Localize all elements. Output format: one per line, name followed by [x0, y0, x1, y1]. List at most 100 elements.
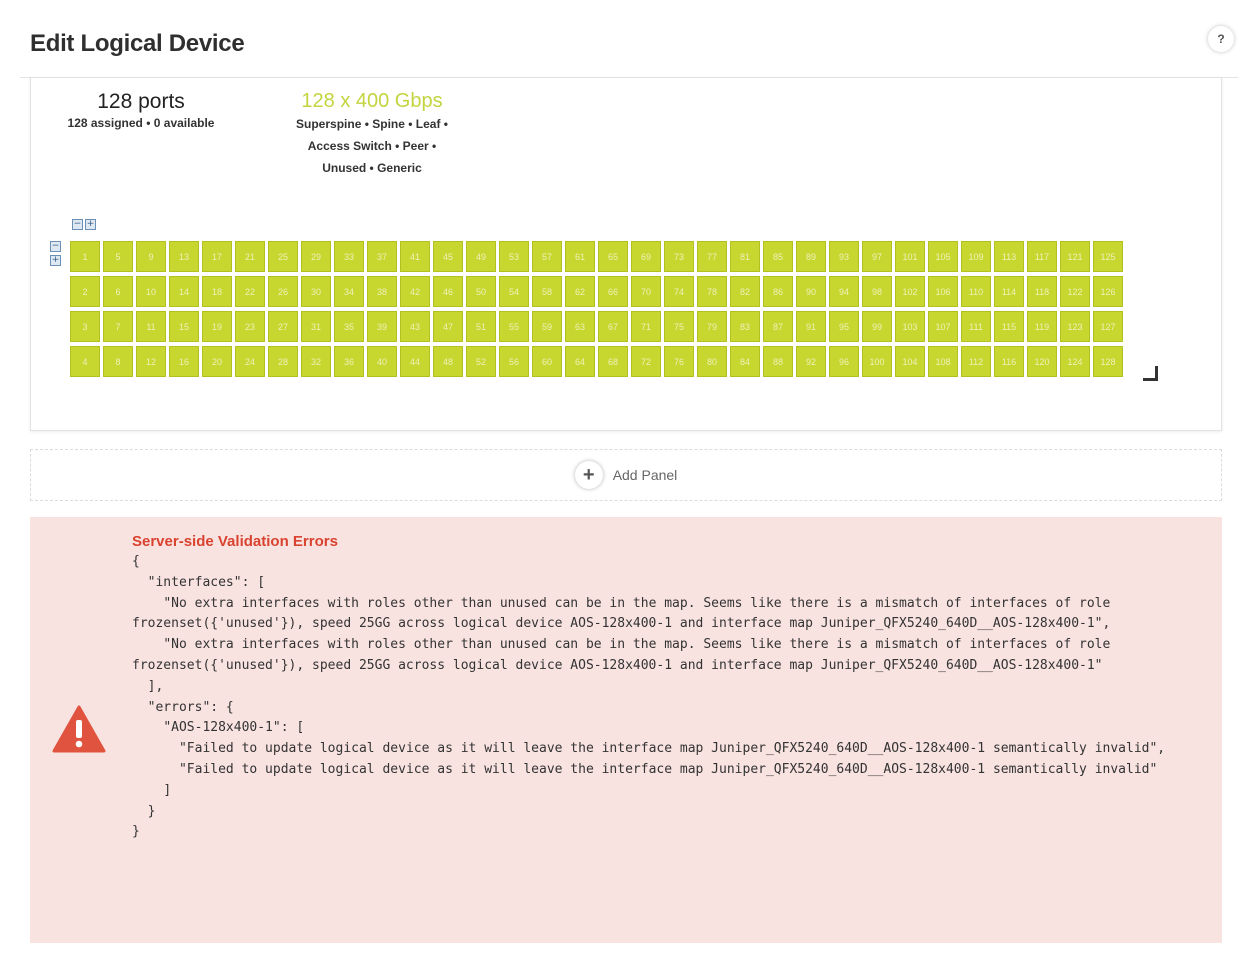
port-cell[interactable]: 2 [70, 276, 100, 307]
port-cell[interactable]: 11 [136, 311, 166, 342]
port-cell[interactable]: 5 [103, 241, 133, 272]
port-cell[interactable]: 68 [598, 346, 628, 377]
port-cell[interactable]: 24 [235, 346, 265, 377]
port-cell[interactable]: 27 [268, 311, 298, 342]
port-cell[interactable]: 20 [202, 346, 232, 377]
port-cell[interactable]: 88 [763, 346, 793, 377]
port-cell[interactable]: 104 [895, 346, 925, 377]
add-panel-button[interactable]: + Add Panel [30, 449, 1222, 501]
port-cell[interactable]: 121 [1060, 241, 1090, 272]
port-cell[interactable]: 16 [169, 346, 199, 377]
port-cell[interactable]: 98 [862, 276, 892, 307]
port-cell[interactable]: 58 [532, 276, 562, 307]
port-cell[interactable]: 34 [334, 276, 364, 307]
port-cell[interactable]: 15 [169, 311, 199, 342]
port-cell[interactable]: 66 [598, 276, 628, 307]
port-cell[interactable]: 95 [829, 311, 859, 342]
port-cell[interactable]: 92 [796, 346, 826, 377]
port-cell[interactable]: 48 [433, 346, 463, 377]
port-cell[interactable]: 31 [301, 311, 331, 342]
port-cell[interactable]: 85 [763, 241, 793, 272]
port-cell[interactable]: 62 [565, 276, 595, 307]
remove-row-icon[interactable]: − [50, 241, 61, 252]
port-cell[interactable]: 49 [466, 241, 496, 272]
port-cell[interactable]: 124 [1060, 346, 1090, 377]
port-cell[interactable]: 39 [367, 311, 397, 342]
port-cell[interactable]: 60 [532, 346, 562, 377]
port-cell[interactable]: 103 [895, 311, 925, 342]
port-cell[interactable]: 4 [70, 346, 100, 377]
port-cell[interactable]: 3 [70, 311, 100, 342]
port-cell[interactable]: 28 [268, 346, 298, 377]
port-cell[interactable]: 106 [928, 276, 958, 307]
port-cell[interactable]: 19 [202, 311, 232, 342]
port-cell[interactable]: 118 [1027, 276, 1057, 307]
port-cell[interactable]: 113 [994, 241, 1024, 272]
port-cell[interactable]: 57 [532, 241, 562, 272]
port-cell[interactable]: 115 [994, 311, 1024, 342]
port-cell[interactable]: 122 [1060, 276, 1090, 307]
port-cell[interactable]: 87 [763, 311, 793, 342]
port-cell[interactable]: 120 [1027, 346, 1057, 377]
add-row-icon[interactable]: + [50, 255, 61, 266]
port-cell[interactable]: 89 [796, 241, 826, 272]
port-cell[interactable]: 93 [829, 241, 859, 272]
port-cell[interactable]: 6 [103, 276, 133, 307]
port-cell[interactable]: 41 [400, 241, 430, 272]
port-cell[interactable]: 59 [532, 311, 562, 342]
port-cell[interactable]: 61 [565, 241, 595, 272]
port-cell[interactable]: 82 [730, 276, 760, 307]
port-cell[interactable]: 35 [334, 311, 364, 342]
port-cell[interactable]: 75 [664, 311, 694, 342]
port-cell[interactable]: 109 [961, 241, 991, 272]
port-cell[interactable]: 52 [466, 346, 496, 377]
port-cell[interactable]: 12 [136, 346, 166, 377]
port-cell[interactable]: 86 [763, 276, 793, 307]
port-cell[interactable]: 36 [334, 346, 364, 377]
port-cell[interactable]: 119 [1027, 311, 1057, 342]
port-cell[interactable]: 114 [994, 276, 1024, 307]
port-cell[interactable]: 72 [631, 346, 661, 377]
remove-column-icon[interactable]: − [72, 219, 83, 230]
port-cell[interactable]: 76 [664, 346, 694, 377]
port-cell[interactable]: 30 [301, 276, 331, 307]
port-cell[interactable]: 128 [1093, 346, 1123, 377]
port-cell[interactable]: 56 [499, 346, 529, 377]
port-cell[interactable]: 17 [202, 241, 232, 272]
port-cell[interactable]: 38 [367, 276, 397, 307]
port-cell[interactable]: 8 [103, 346, 133, 377]
port-cell[interactable]: 43 [400, 311, 430, 342]
port-cell[interactable]: 44 [400, 346, 430, 377]
port-cell[interactable]: 37 [367, 241, 397, 272]
port-cell[interactable]: 107 [928, 311, 958, 342]
port-cell[interactable]: 25 [268, 241, 298, 272]
port-cell[interactable]: 9 [136, 241, 166, 272]
port-cell[interactable]: 101 [895, 241, 925, 272]
port-cell[interactable]: 18 [202, 276, 232, 307]
port-cell[interactable]: 23 [235, 311, 265, 342]
port-cell[interactable]: 96 [829, 346, 859, 377]
port-cell[interactable]: 126 [1093, 276, 1123, 307]
port-cell[interactable]: 108 [928, 346, 958, 377]
port-cell[interactable]: 63 [565, 311, 595, 342]
port-cell[interactable]: 21 [235, 241, 265, 272]
port-cell[interactable]: 125 [1093, 241, 1123, 272]
port-cell[interactable]: 54 [499, 276, 529, 307]
port-cell[interactable]: 50 [466, 276, 496, 307]
port-cell[interactable]: 70 [631, 276, 661, 307]
port-cell[interactable]: 22 [235, 276, 265, 307]
port-cell[interactable]: 81 [730, 241, 760, 272]
port-cell[interactable]: 14 [169, 276, 199, 307]
port-cell[interactable]: 67 [598, 311, 628, 342]
port-cell[interactable]: 91 [796, 311, 826, 342]
add-column-icon[interactable]: + [85, 219, 96, 230]
port-cell[interactable]: 7 [103, 311, 133, 342]
port-cell[interactable]: 127 [1093, 311, 1123, 342]
port-cell[interactable]: 10 [136, 276, 166, 307]
port-cell[interactable]: 100 [862, 346, 892, 377]
port-cell[interactable]: 123 [1060, 311, 1090, 342]
port-cell[interactable]: 110 [961, 276, 991, 307]
port-cell[interactable]: 47 [433, 311, 463, 342]
port-cell[interactable]: 79 [697, 311, 727, 342]
port-cell[interactable]: 74 [664, 276, 694, 307]
